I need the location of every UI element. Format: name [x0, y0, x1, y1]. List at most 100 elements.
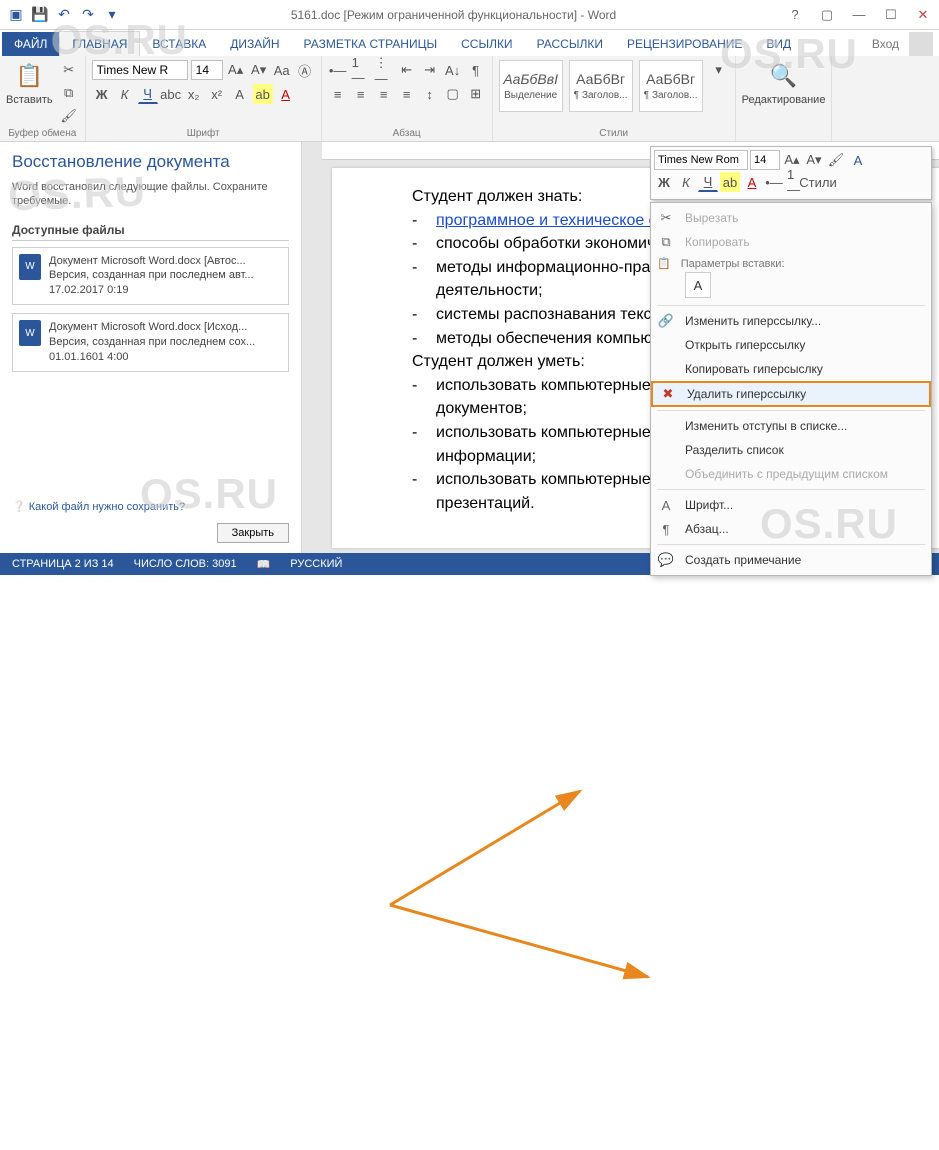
ctx-paragraph[interactable]: ¶Абзац...: [651, 517, 931, 541]
tab-design[interactable]: ДИЗАЙН: [218, 32, 291, 56]
tab-layout[interactable]: РАЗМЕТКА СТРАНИЦЫ: [292, 32, 450, 56]
clipboard-icon: 📋: [13, 60, 45, 92]
paste-option-text[interactable]: A: [685, 272, 711, 298]
status-words[interactable]: ЧИСЛО СЛОВ: 3091: [134, 558, 237, 570]
align-right-icon[interactable]: ≡: [374, 84, 394, 104]
status-lang[interactable]: РУССКИЙ: [290, 558, 342, 570]
style-emphasis[interactable]: АаБбВвІВыделение: [499, 60, 563, 112]
help-icon[interactable]: ?: [779, 1, 811, 29]
text-line: использовать компьютерные т: [436, 422, 663, 444]
ctx-edit-hyperlink[interactable]: 🔗Изменить гиперссылку...: [651, 309, 931, 333]
font-color-icon[interactable]: A: [742, 172, 762, 192]
font-name-select[interactable]: [92, 60, 188, 80]
mini-styles-button[interactable]: Стили: [808, 172, 828, 192]
shrink-font-icon[interactable]: A▾: [249, 60, 269, 80]
status-page[interactable]: СТРАНИЦА 2 ИЗ 14: [12, 558, 114, 570]
mini-font-select[interactable]: [654, 150, 748, 170]
show-marks-icon[interactable]: ¶: [466, 60, 486, 80]
undo-icon[interactable]: ↶: [56, 7, 72, 23]
window-title: 5161.doc [Режим ограниченной функциональ…: [128, 8, 779, 22]
font-size-select[interactable]: [191, 60, 223, 80]
recov-date: 01.01.1601 4:00: [49, 350, 279, 365]
style-heading2[interactable]: АаБбВг¶ Заголов...: [639, 60, 703, 112]
tab-mail[interactable]: РАССЫЛКИ: [525, 32, 615, 56]
tab-file[interactable]: ФАЙЛ: [2, 32, 59, 56]
underline-icon[interactable]: Ч: [698, 172, 718, 192]
sort-icon[interactable]: A↓: [443, 60, 463, 80]
bullets-icon[interactable]: •—: [764, 172, 784, 192]
multilevel-icon[interactable]: ⋮—: [374, 60, 394, 80]
underline-icon[interactable]: Ч: [138, 84, 158, 104]
indent-dec-icon[interactable]: ⇤: [397, 60, 417, 80]
search-icon: 🔍: [768, 60, 800, 92]
minimize-icon[interactable]: —: [843, 1, 875, 29]
window-controls: ? ▢ — ☐ ✕: [779, 1, 939, 29]
italic-icon[interactable]: К: [115, 84, 135, 104]
paste-button[interactable]: 📋 Вставить: [6, 60, 53, 106]
ctx-font[interactable]: AШрифт...: [651, 493, 931, 517]
save-icon[interactable]: 💾: [32, 7, 48, 23]
redo-icon[interactable]: ↷: [80, 7, 96, 23]
italic-icon[interactable]: К: [676, 172, 696, 192]
superscript-icon[interactable]: x²: [207, 84, 227, 104]
ctx-open-hyperlink[interactable]: Открыть гиперссылку: [651, 333, 931, 357]
font-color-icon[interactable]: A: [276, 84, 296, 104]
tab-view[interactable]: ВИД: [754, 32, 803, 56]
sign-in-link[interactable]: Вход: [862, 32, 909, 56]
justify-icon[interactable]: ≡: [397, 84, 417, 104]
tab-home[interactable]: ГЛАВНАЯ: [59, 31, 140, 56]
recovery-item[interactable]: W Документ Microsoft Word.docx [Автос...…: [12, 247, 289, 306]
style-heading1[interactable]: АаБбВг¶ Заголов...: [569, 60, 633, 112]
bold-icon[interactable]: Ж: [654, 172, 674, 192]
ctx-list-indent[interactable]: Изменить отступы в списке...: [651, 414, 931, 438]
qat-dropdown-icon[interactable]: ▾: [104, 7, 120, 23]
group-paragraph: •— 1— ⋮— ⇤ ⇥ A↓ ¶ ≡ ≡ ≡ ≡ ↕ ▢ ⊞ Абзац: [322, 56, 493, 141]
shrink-font-icon[interactable]: A▾: [804, 150, 824, 170]
recovery-item[interactable]: W Документ Microsoft Word.docx [Исход...…: [12, 313, 289, 372]
borders-icon[interactable]: ⊞: [466, 84, 486, 104]
ctx-split-list[interactable]: Разделить список: [651, 438, 931, 462]
help-link[interactable]: ❔ Какой файл нужно сохранить?: [12, 500, 289, 513]
ctx-copy-hyperlink[interactable]: Копировать гиперсыслку: [651, 357, 931, 381]
strike-icon[interactable]: abc: [161, 84, 181, 104]
bullets-icon[interactable]: •—: [328, 60, 348, 80]
text-effects-icon[interactable]: A: [230, 84, 250, 104]
maximize-icon[interactable]: ☐: [875, 1, 907, 29]
highlight-icon[interactable]: ab: [720, 172, 740, 192]
clear-format-icon[interactable]: Ⓐ: [295, 60, 315, 80]
ctx-comment[interactable]: 💬Создать примечание: [651, 548, 931, 572]
numbering-icon[interactable]: 1—: [351, 60, 371, 80]
cut-icon[interactable]: ✂: [59, 60, 79, 80]
align-center-icon[interactable]: ≡: [351, 84, 371, 104]
align-left-icon[interactable]: ≡: [328, 84, 348, 104]
grow-font-icon[interactable]: A▴: [226, 60, 246, 80]
find-button[interactable]: 🔍 Редактирование: [742, 60, 826, 106]
shading-icon[interactable]: ▢: [443, 84, 463, 104]
format-painter-icon[interactable]: 🖌: [826, 150, 846, 170]
styles-icon[interactable]: A: [848, 150, 868, 170]
ribbon-options-icon[interactable]: ▢: [811, 1, 843, 29]
change-case-icon[interactable]: Aa: [272, 60, 292, 80]
mini-size-select[interactable]: [750, 150, 780, 170]
bold-icon[interactable]: Ж: [92, 84, 112, 104]
indent-inc-icon[interactable]: ⇥: [420, 60, 440, 80]
copy-icon[interactable]: ⧉: [59, 83, 79, 103]
text-line: использовать компьютерные те: [436, 469, 671, 491]
highlight-icon[interactable]: ab: [253, 84, 273, 104]
styles-more-icon[interactable]: ▾: [709, 60, 729, 80]
tab-review[interactable]: РЕЦЕНЗИРОВАНИЕ: [615, 32, 754, 56]
subscript-icon[interactable]: x₂: [184, 84, 204, 104]
close-button[interactable]: Закрыть: [217, 523, 289, 543]
context-menu: ✂Вырезать ⧉Копировать 📋Параметры вставки…: [650, 202, 932, 576]
proofing-icon[interactable]: 📖: [257, 558, 271, 571]
ctx-remove-hyperlink[interactable]: ✖Удалить гиперссылку: [651, 381, 931, 407]
line-spacing-icon[interactable]: ↕: [420, 84, 440, 104]
format-painter-icon[interactable]: 🖌: [59, 106, 79, 126]
word-icon: ▣: [8, 7, 24, 23]
clipboard-icon: 📋: [657, 258, 671, 270]
avatar-icon[interactable]: [909, 32, 933, 56]
text-line: методы обеспечения компьют: [436, 328, 659, 350]
tab-refs[interactable]: ССЫЛКИ: [449, 32, 524, 56]
tab-insert[interactable]: ВСТАВКА: [140, 32, 218, 56]
close-icon[interactable]: ✕: [907, 1, 939, 29]
